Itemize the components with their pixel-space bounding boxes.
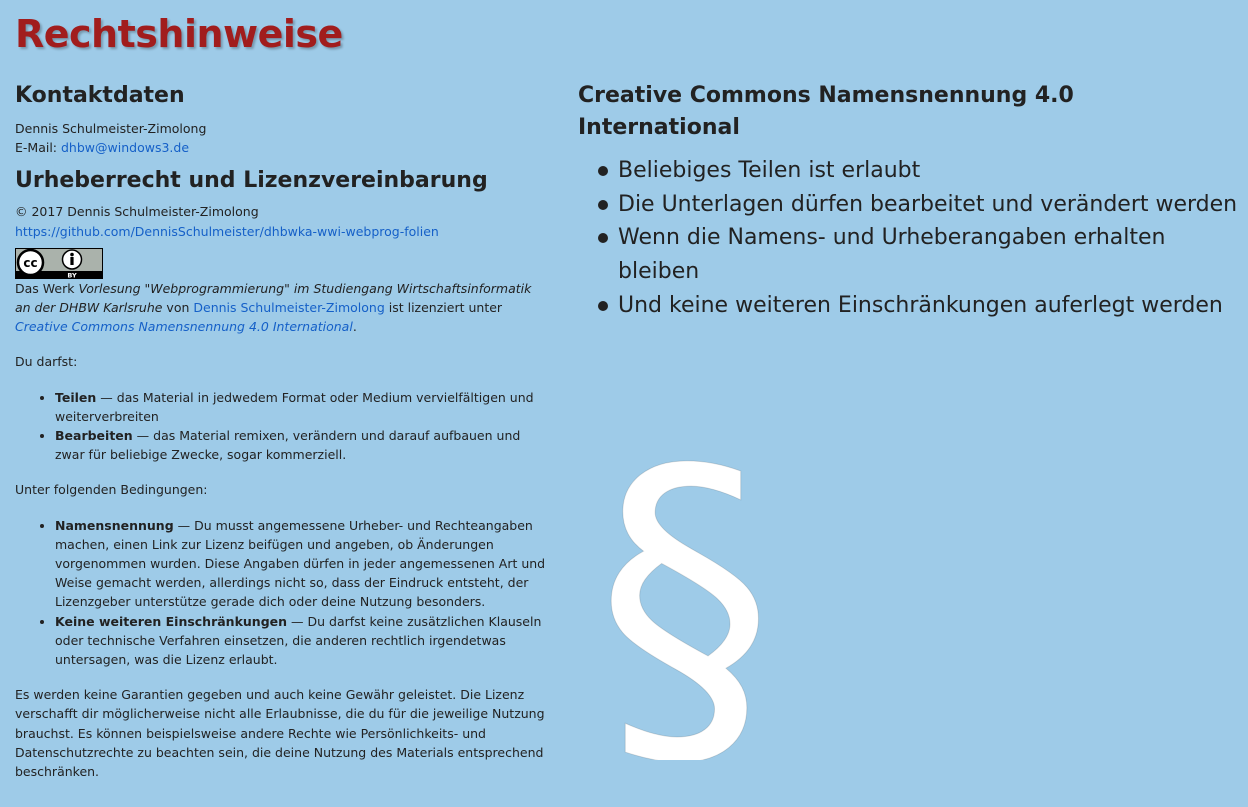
page-title: Rechtshinweise (15, 12, 343, 56)
license-summary-column: Creative Commons Namensnennung 4.0 Inter… (578, 80, 1238, 323)
license-link[interactable]: Creative Commons Namensnennung 4.0 Inter… (15, 319, 353, 334)
author-link[interactable]: Dennis Schulmeister-Zimolong (193, 300, 384, 315)
conditions-intro: Unter folgenden Bedingungen: (15, 482, 208, 498)
list-item: Beliebiges Teilen ist erlaubt (598, 154, 1238, 188)
permissions-intro: Du darfst: (15, 354, 78, 370)
copyright-section: © 2017 Dennis Schulmeister-Zimolong http… (15, 202, 550, 781)
paragraph-sign-icon: § (595, 410, 776, 760)
disclaimer: Es werden keine Garantien gegeben und au… (15, 687, 545, 780)
contact-name: Dennis Schulmeister-Zimolong (15, 121, 207, 136)
copyright-line: © 2017 Dennis Schulmeister-Zimolong (15, 204, 259, 220)
svg-text:cc: cc (23, 256, 37, 270)
svg-text:§: § (595, 410, 775, 760)
permissions-list: Teilen — das Material in jedwedem Format… (15, 388, 550, 465)
summary-list: Beliebiges Teilen ist erlaubt Die Unterl… (578, 154, 1238, 323)
license-statement: Das Werk Vorlesung "Webprogrammierung" i… (15, 280, 532, 335)
contact-email-line: E-Mail: dhbw@windows3.de (15, 138, 550, 157)
conditions-list: Namensnennung — Du musst angemessene Urh… (15, 516, 550, 670)
email-label: E-Mail: (15, 140, 58, 156)
email-link[interactable]: dhbw@windows3.de (61, 140, 189, 155)
cc-by-icon: cc BY (15, 247, 103, 279)
list-item: Namensnennung — Du musst angemessene Urh… (55, 516, 550, 612)
cc-badge-text: BY (67, 271, 77, 279)
list-item: Keine weiteren Einschränkungen — Du darf… (55, 612, 550, 670)
contact-details: Dennis Schulmeister-Zimolong E-Mail: dhb… (15, 119, 550, 157)
repo-link[interactable]: https://github.com/DennisSchulmeister/dh… (15, 224, 439, 239)
summary-heading: Creative Commons Namensnennung 4.0 Inter… (578, 83, 1074, 140)
copyright-heading: Urheberrecht und Lizenzvereinbarung (15, 168, 488, 194)
list-item: Teilen — das Material in jedwedem Format… (55, 388, 550, 426)
contact-heading: Kontaktdaten (15, 83, 185, 108)
license-details-column: Kontaktdaten Dennis Schulmeister-Zimolon… (15, 80, 550, 781)
list-item: Die Unterlagen dürfen bearbeitet und ver… (598, 188, 1238, 222)
cc-by-badge-link[interactable]: cc BY (15, 247, 103, 279)
list-item: Und keine weiteren Einschränkungen aufer… (598, 289, 1238, 323)
list-item: Bearbeiten — das Material remixen, verän… (55, 426, 550, 464)
list-item: Wenn die Namens- und Urheberangaben erha… (598, 221, 1238, 288)
